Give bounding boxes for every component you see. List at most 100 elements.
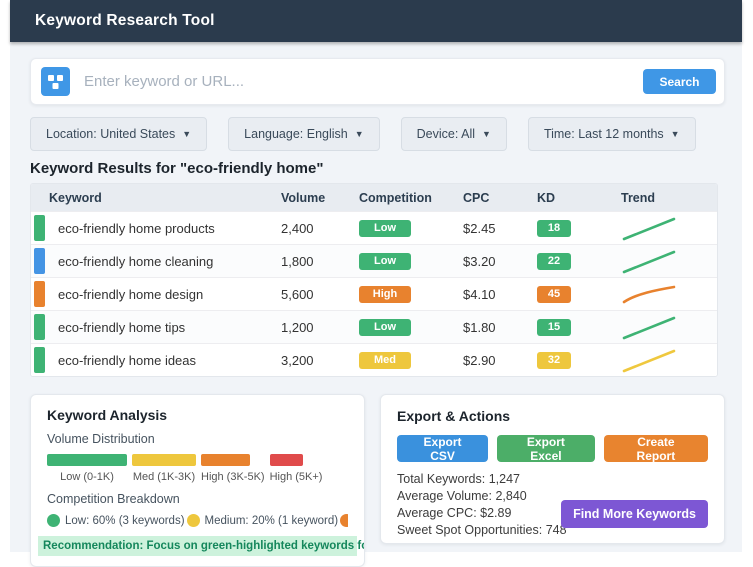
kd-badge: 32 xyxy=(537,352,571,369)
trend-sparkline xyxy=(621,280,717,308)
keyword-text: eco-friendly home products xyxy=(58,220,215,236)
cpc-value: $1.80 xyxy=(463,319,496,335)
chevron-down-icon: ▼ xyxy=(482,129,491,139)
cpc-value: $2.90 xyxy=(463,352,496,368)
volume-segment-label: Low (0-1K) xyxy=(60,471,114,483)
location-filter-dropdown[interactable]: Location: United States ▼ xyxy=(30,117,208,151)
legend-dot-icon xyxy=(340,514,348,527)
export-buttons-row: Export CSV Export Excel Create Report xyxy=(397,435,708,463)
table-row[interactable]: eco-friendly home cleaning 1,800 Low $3.… xyxy=(31,244,717,277)
volume-value: 2,400 xyxy=(281,220,314,236)
filter-bar: Location: United States ▼ Language: Engl… xyxy=(30,117,725,151)
table-row[interactable]: eco-friendly home ideas 3,200 Med $2.90 … xyxy=(31,343,717,376)
trend-line xyxy=(622,349,676,373)
time-filter-label: Time: Last 12 months xyxy=(543,127,664,141)
export-excel-button[interactable]: Export Excel xyxy=(497,435,595,463)
keyword-text: eco-friendly home tips xyxy=(58,319,186,335)
column-header-kd: KD xyxy=(537,190,556,205)
device-filter-dropdown[interactable]: Device: All ▼ xyxy=(400,117,507,151)
bottom-panels: Keyword Analysis Volume Distribution Low… xyxy=(30,394,725,567)
trend-sparkline xyxy=(621,214,717,242)
column-header-volume: Volume xyxy=(281,190,326,205)
trend-sparkline xyxy=(621,346,717,374)
volume-value: 5,600 xyxy=(281,286,314,302)
analysis-title: Keyword Analysis xyxy=(47,407,168,423)
volume-segment-label: Med (1K-3K) xyxy=(132,471,196,483)
competition-badge: Med xyxy=(359,352,411,369)
table-row[interactable]: eco-friendly home products 2,400 Low $2.… xyxy=(31,211,717,244)
competition-badge: High xyxy=(359,286,411,303)
volume-segment: Low (0-1K) xyxy=(47,454,127,483)
export-actions-card: Export & Actions Export CSV Export Excel… xyxy=(380,394,725,544)
volume-distribution-label: Volume Distribution xyxy=(47,432,155,446)
column-header-keyword: Keyword xyxy=(49,190,102,205)
chevron-down-icon: ▼ xyxy=(670,129,680,139)
app-window: Keyword Research Tool Search Location: U… xyxy=(10,0,742,567)
row-accent-bar xyxy=(34,281,45,307)
table-row[interactable]: eco-friendly home design 5,600 High $4.1… xyxy=(31,277,717,310)
recommendation-banner: Recommendation: Focus on green-highlight… xyxy=(38,536,364,556)
volume-segment: Med (1K-3K) xyxy=(132,454,196,483)
volume-value: 1,800 xyxy=(281,253,314,269)
volume-distribution-bars: Low (0-1K) Med (1K-3K) High (3K-5K) High… xyxy=(47,454,348,483)
create-report-button[interactable]: Create Report xyxy=(603,435,708,463)
volume-segment-label: High (5K+) xyxy=(269,471,323,483)
language-filter-dropdown[interactable]: Language: English ▼ xyxy=(228,117,380,151)
keyword-results-table: Keyword Volume Competition CPC KD Trend … xyxy=(30,183,718,377)
cpc-value: $3.20 xyxy=(463,253,496,269)
search-bar: Search xyxy=(30,58,725,105)
competition-badge: Low xyxy=(359,220,411,237)
volume-value: 1,200 xyxy=(281,319,314,335)
column-header-cpc: CPC xyxy=(463,190,490,205)
kd-badge: 15 xyxy=(537,319,571,336)
breakdown-item: High: 20% (1 keyword) xyxy=(340,514,348,527)
chevron-down-icon: ▼ xyxy=(354,129,364,139)
export-title: Export & Actions xyxy=(397,408,511,424)
cpc-value: $2.45 xyxy=(463,220,496,236)
breakdown-item-label: Low: 60% (3 keywords) xyxy=(65,514,185,527)
trend-line xyxy=(622,250,676,274)
search-button[interactable]: Search xyxy=(643,69,716,94)
competition-breakdown-label: Competition Breakdown xyxy=(47,492,180,506)
kd-badge: 18 xyxy=(537,220,571,237)
cpc-value: $4.10 xyxy=(463,286,496,302)
time-filter-dropdown[interactable]: Time: Last 12 months ▼ xyxy=(527,117,696,151)
stat-total-keywords: Total Keywords: 1,247 xyxy=(397,472,520,486)
trend-sparkline xyxy=(621,247,717,275)
trend-line xyxy=(622,217,676,241)
chevron-down-icon: ▼ xyxy=(182,129,192,139)
volume-segment-bar xyxy=(201,454,250,466)
breakdown-item: Medium: 20% (1 keyword) xyxy=(186,514,338,527)
keyword-text: eco-friendly home design xyxy=(58,286,204,302)
location-filter-label: Location: United States xyxy=(46,127,176,141)
keyword-search-input[interactable] xyxy=(70,73,643,90)
table-row[interactable]: eco-friendly home tips 1,200 Low $1.80 1… xyxy=(31,310,717,343)
keyword-analysis-card: Keyword Analysis Volume Distribution Low… xyxy=(30,394,365,567)
volume-segment-bar xyxy=(269,454,303,466)
trend-sparkline xyxy=(621,313,717,341)
table-header-row: Keyword Volume Competition CPC KD Trend xyxy=(31,184,717,211)
kd-badge: 45 xyxy=(537,286,571,303)
competition-badge: Low xyxy=(359,253,411,270)
competition-badge: Low xyxy=(359,319,411,336)
row-accent-bar xyxy=(34,347,45,373)
volume-value: 3,200 xyxy=(281,352,314,368)
app-title: Keyword Research Tool xyxy=(35,12,215,29)
find-more-keywords-button[interactable]: Find More Keywords xyxy=(561,500,708,528)
language-filter-label: Language: English xyxy=(244,127,348,141)
volume-segment-label: High (3K-5K) xyxy=(201,471,265,483)
row-accent-bar xyxy=(34,248,45,274)
trend-line xyxy=(622,316,676,340)
volume-segment: High (3K-5K) xyxy=(201,454,265,483)
trend-line xyxy=(622,285,676,304)
column-header-trend: Trend xyxy=(621,190,656,205)
competition-breakdown-legend: Low: 60% (3 keywords) Medium: 20% (1 key… xyxy=(47,514,348,527)
keyword-text: eco-friendly home cleaning xyxy=(58,253,214,269)
column-header-competition: Competition xyxy=(359,190,432,205)
breakdown-item: Low: 60% (3 keywords) xyxy=(47,514,185,527)
volume-segment: High (5K+) xyxy=(269,454,323,483)
export-csv-button[interactable]: Export CSV xyxy=(397,435,489,463)
device-filter-label: Device: All xyxy=(416,127,476,141)
volume-segment-bar xyxy=(47,454,127,466)
row-accent-bar xyxy=(34,314,45,340)
